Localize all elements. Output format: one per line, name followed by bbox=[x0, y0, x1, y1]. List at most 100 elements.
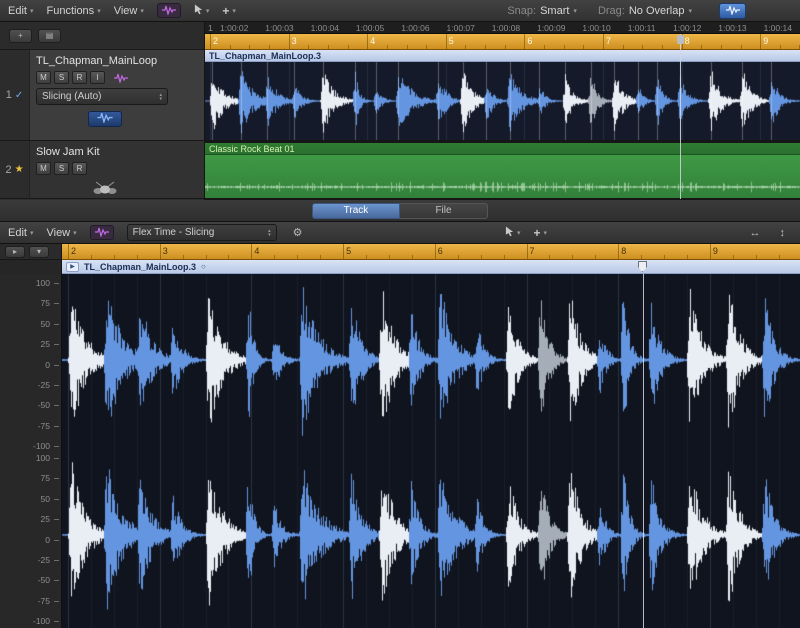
drum-kit-icon bbox=[92, 180, 198, 195]
tab-file[interactable]: File bbox=[400, 203, 488, 219]
chevron-down-icon: ▾ bbox=[30, 230, 34, 237]
left-click-tool-menu[interactable]: ▾ bbox=[194, 2, 210, 20]
track-header-content: Slow Jam Kit M S R bbox=[30, 141, 204, 198]
chevron-down-icon: ▾ bbox=[573, 8, 577, 15]
flex-marker[interactable] bbox=[638, 261, 647, 272]
track-flex-enable-button[interactable] bbox=[88, 111, 122, 127]
crosshair-tool-icon: + bbox=[222, 5, 229, 17]
chevron-down-icon: ▾ bbox=[688, 8, 692, 15]
editor-flex-mode-dropdown[interactable]: Flex Time - Slicing ▴▾ bbox=[127, 224, 277, 241]
crosshair-tool-icon: + bbox=[534, 227, 541, 239]
flex-mode-dropdown[interactable]: Slicing (Auto) ▴▾ bbox=[36, 88, 168, 105]
stepper-icon: ▴▾ bbox=[159, 93, 162, 101]
track-check-icon: ✓ bbox=[15, 90, 23, 101]
menu-functions-label: Functions bbox=[46, 5, 94, 17]
drag-label: Drag: bbox=[598, 5, 625, 17]
input-monitor-button[interactable]: I bbox=[90, 71, 105, 84]
drum-loop-waveform[interactable] bbox=[205, 155, 800, 197]
editor-ruler-row: ▸ ▾ 23456789 bbox=[0, 244, 800, 260]
track-number: 2 bbox=[5, 164, 11, 176]
chevron-down-icon: ▾ bbox=[97, 8, 101, 15]
solo-button[interactable]: S bbox=[54, 162, 69, 175]
pointer-tool-icon bbox=[194, 2, 203, 20]
main-bar-ruler[interactable]: 23456789 bbox=[205, 34, 800, 50]
flex-view-button[interactable] bbox=[719, 3, 746, 19]
loop-icon[interactable]: ○ bbox=[201, 262, 206, 271]
chevron-down-icon: ▾ bbox=[140, 8, 144, 15]
snap-menu[interactable]: Snap: Smart ▾ bbox=[507, 5, 577, 17]
track-header-2[interactable]: 2 ★ Slow Jam Kit M S R bbox=[0, 141, 204, 199]
vertical-zoom-icon[interactable]: ↕ bbox=[777, 227, 789, 239]
editor-cmd-click-tool-menu[interactable]: + ▾ bbox=[534, 227, 548, 239]
menu-edit[interactable]: Edit ▾ bbox=[8, 5, 33, 17]
amplitude-scale: 1007550250-25-50-75-1001007550250-25-50-… bbox=[0, 274, 62, 628]
flex-waveform-icon bbox=[161, 2, 177, 20]
mute-button[interactable]: M bbox=[36, 162, 51, 175]
track-lane-2: Classic Rock Beat 01 bbox=[205, 142, 800, 200]
menu-view-label: View bbox=[46, 227, 70, 239]
flex-mode-value: Flex Time - Slicing bbox=[133, 227, 215, 238]
cmd-click-tool-menu[interactable]: + ▾ bbox=[222, 5, 236, 17]
editor-settings-icon[interactable]: ⚙ bbox=[290, 226, 306, 239]
horizontal-zoom-icon[interactable]: ↔ bbox=[747, 227, 764, 239]
track-header-1[interactable]: 1 ✓ TL_Chapman_MainLoop M S R I Slicing … bbox=[0, 50, 204, 141]
mute-button[interactable]: M bbox=[36, 71, 51, 84]
menu-view-label: View bbox=[114, 5, 138, 17]
track-header-content: TL_Chapman_MainLoop M S R I Slicing (Aut… bbox=[30, 50, 204, 140]
editor-region-strip: ▶ TL_Chapman_MainLoop.3 ○ bbox=[0, 260, 800, 274]
editor-menu-edit[interactable]: Edit ▾ bbox=[8, 227, 33, 239]
menu-edit-label: Edit bbox=[8, 227, 27, 239]
editor-menu-view[interactable]: View ▾ bbox=[46, 227, 76, 239]
catch-playhead-button[interactable]: ▸ bbox=[5, 246, 25, 258]
prelisten-icon[interactable]: ▶ bbox=[66, 262, 79, 272]
editor-waveform[interactable] bbox=[62, 274, 800, 628]
track-name[interactable]: Slow Jam Kit bbox=[36, 146, 198, 158]
flex-waveform-icon bbox=[94, 224, 110, 242]
region-title: TL_Chapman_MainLoop.3 bbox=[205, 50, 800, 62]
editor-ruler-corner: ▸ ▾ bbox=[0, 244, 62, 260]
solo-button[interactable]: S bbox=[54, 71, 69, 84]
track-number: 1 bbox=[6, 89, 12, 101]
chevron-down-icon: ▾ bbox=[73, 230, 77, 237]
chevron-down-icon: ▾ bbox=[30, 8, 34, 15]
menu-edit-label: Edit bbox=[8, 5, 27, 17]
editor-wave-area: 1007550250-25-50-75-1001007550250-25-50-… bbox=[0, 274, 800, 628]
chevron-down-icon: ▾ bbox=[517, 230, 521, 237]
track-star-icon: ★ bbox=[15, 164, 24, 175]
time-ruler[interactable]: 11:00:021:00:031:00:041:00:051:00:061:00… bbox=[205, 22, 800, 34]
editor-region-name: TL_Chapman_MainLoop.3 bbox=[84, 262, 196, 272]
track-list-toolbar: + ▤ bbox=[0, 22, 204, 50]
region-drum-loop[interactable]: Classic Rock Beat 01 bbox=[205, 143, 800, 198]
pointer-tool-icon bbox=[505, 224, 514, 242]
flex-waveform-icon bbox=[725, 2, 741, 20]
record-button[interactable]: R bbox=[72, 71, 87, 84]
tracks-lane-area: 11:00:021:00:031:00:041:00:051:00:061:00… bbox=[205, 22, 800, 200]
drag-menu[interactable]: Drag: No Overlap ▾ bbox=[598, 5, 692, 17]
add-track-button[interactable]: + bbox=[9, 29, 32, 43]
flex-mode-value: Slicing (Auto) bbox=[42, 91, 101, 102]
editor-toolbar: Edit ▾ View ▾ Flex Time - Slicing ▴▾ ⚙ bbox=[0, 222, 800, 244]
editor-flex-button[interactable] bbox=[90, 225, 114, 240]
chevron-down-icon: ▾ bbox=[206, 8, 210, 15]
editor-tabbar: Track File bbox=[0, 200, 800, 222]
playhead[interactable] bbox=[680, 34, 681, 199]
snap-label: Snap: bbox=[507, 5, 536, 17]
track-header-column: + ▤ 1 ✓ TL_Chapman_MainLoop M S R I bbox=[0, 22, 205, 200]
track-name[interactable]: TL_Chapman_MainLoop bbox=[36, 55, 198, 67]
chevron-down-icon: ▾ bbox=[232, 8, 236, 15]
chevron-down-icon: ▾ bbox=[544, 230, 548, 237]
playhead-handle[interactable] bbox=[677, 35, 684, 44]
tab-track[interactable]: Track bbox=[312, 203, 400, 219]
audio-track-editor: Track File Edit ▾ View ▾ Flex Time - Sli… bbox=[0, 200, 800, 628]
editor-region-header[interactable]: ▶ TL_Chapman_MainLoop.3 ○ bbox=[62, 260, 800, 274]
editor-options-button[interactable]: ▾ bbox=[29, 246, 49, 258]
editor-bar-ruler[interactable]: 23456789 bbox=[62, 244, 800, 260]
track-library-button[interactable]: ▤ bbox=[38, 29, 61, 43]
main-loop-waveform[interactable] bbox=[205, 62, 800, 140]
record-button[interactable]: R bbox=[72, 162, 87, 175]
editor-left-click-tool-menu[interactable]: ▾ bbox=[505, 224, 521, 242]
menu-view[interactable]: View ▾ bbox=[114, 5, 144, 17]
show-flex-button[interactable] bbox=[157, 3, 181, 18]
region-main-loop[interactable]: TL_Chapman_MainLoop.3 bbox=[205, 50, 800, 140]
menu-functions[interactable]: Functions ▾ bbox=[46, 5, 100, 17]
